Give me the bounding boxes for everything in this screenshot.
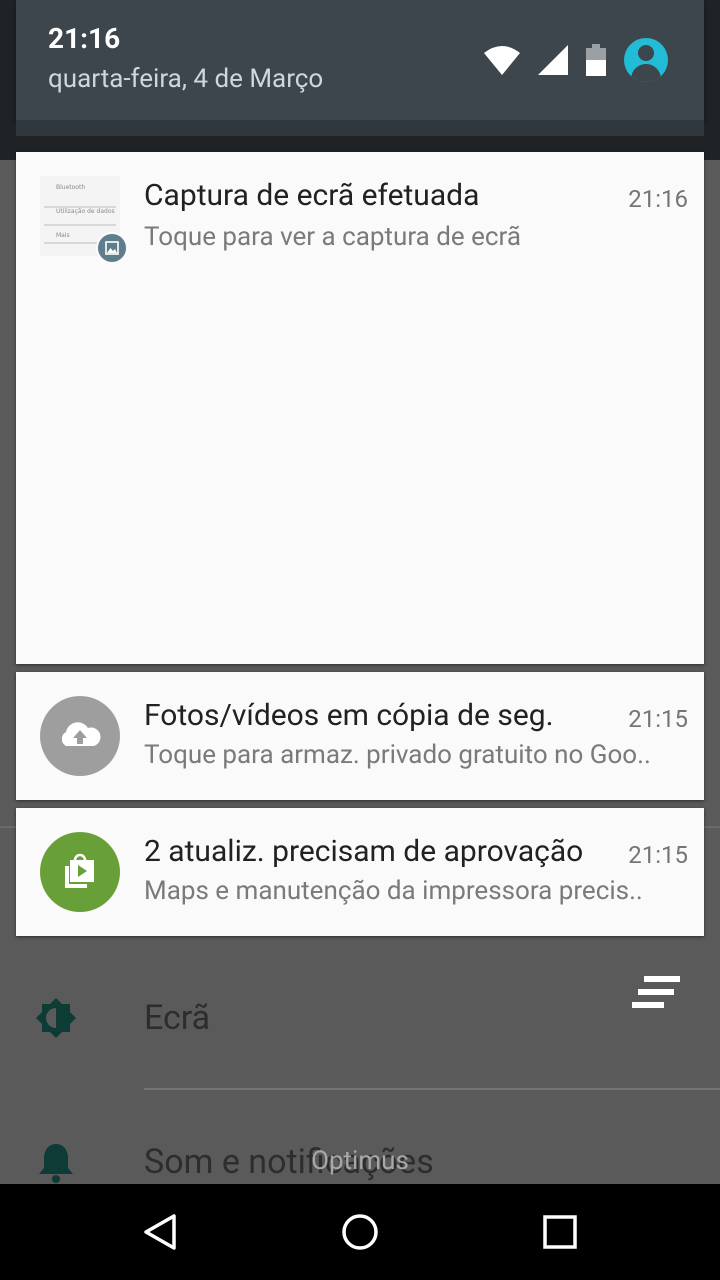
brightness-icon <box>36 998 76 1038</box>
navigation-bar <box>0 1184 720 1280</box>
clear-all-icon[interactable] <box>632 976 680 1008</box>
shade-header-divider <box>16 120 704 136</box>
notification-text: Maps e manutenção da impressora precis.. <box>144 876 643 906</box>
notification-shade-header[interactable]: 21:16 quarta-feira, 4 de Março <box>16 0 704 120</box>
thumbnail-text: Utilização de dados <box>56 208 115 215</box>
notification-text: Toque para armaz. privado gratuito no Go… <box>144 740 651 770</box>
notification-time: 21:15 <box>628 841 688 869</box>
thumbnail-text: Bluetooth <box>56 184 86 191</box>
notification-time: 21:15 <box>628 705 688 733</box>
notification-updates[interactable]: 2 atualiz. precisam de aprovação 21:15 M… <box>16 808 704 936</box>
wifi-icon <box>484 46 520 75</box>
battery-icon <box>586 44 606 76</box>
image-badge-icon <box>96 232 128 264</box>
notification-time: 21:16 <box>628 185 688 213</box>
notification-text: Toque para ver a captura de ecrã <box>144 222 521 252</box>
home-icon[interactable] <box>336 1208 384 1256</box>
notification-title: 2 atualiz. precisam de aprovação <box>144 834 584 869</box>
status-icons <box>484 38 668 82</box>
account-icon[interactable] <box>624 38 668 82</box>
back-icon[interactable] <box>136 1208 184 1256</box>
date-label: quarta-feira, 4 de Março <box>48 64 324 94</box>
notification-photo-backup[interactable]: Fotos/vídeos em cópia de seg. 21:15 Toqu… <box>16 672 704 800</box>
settings-item-label: Ecrã <box>144 998 211 1038</box>
operator-watermark: Optimus <box>311 1146 409 1176</box>
settings-separator <box>144 1088 720 1090</box>
play-store-icon <box>40 832 120 912</box>
cell-signal-icon <box>538 45 568 75</box>
settings-item-display: Ecrã <box>0 950 720 1090</box>
clock: 21:16 <box>48 22 121 55</box>
notification-screenshot[interactable]: Bluetooth Utilização de dados Mais Captu… <box>16 152 704 664</box>
notification-title: Fotos/vídeos em cópia de seg. <box>144 698 554 733</box>
notification-title: Captura de ecrã efetuada <box>144 178 480 213</box>
cloud-upload-icon <box>40 696 120 776</box>
thumbnail-text: Mais <box>56 232 70 239</box>
recents-icon[interactable] <box>536 1208 584 1256</box>
